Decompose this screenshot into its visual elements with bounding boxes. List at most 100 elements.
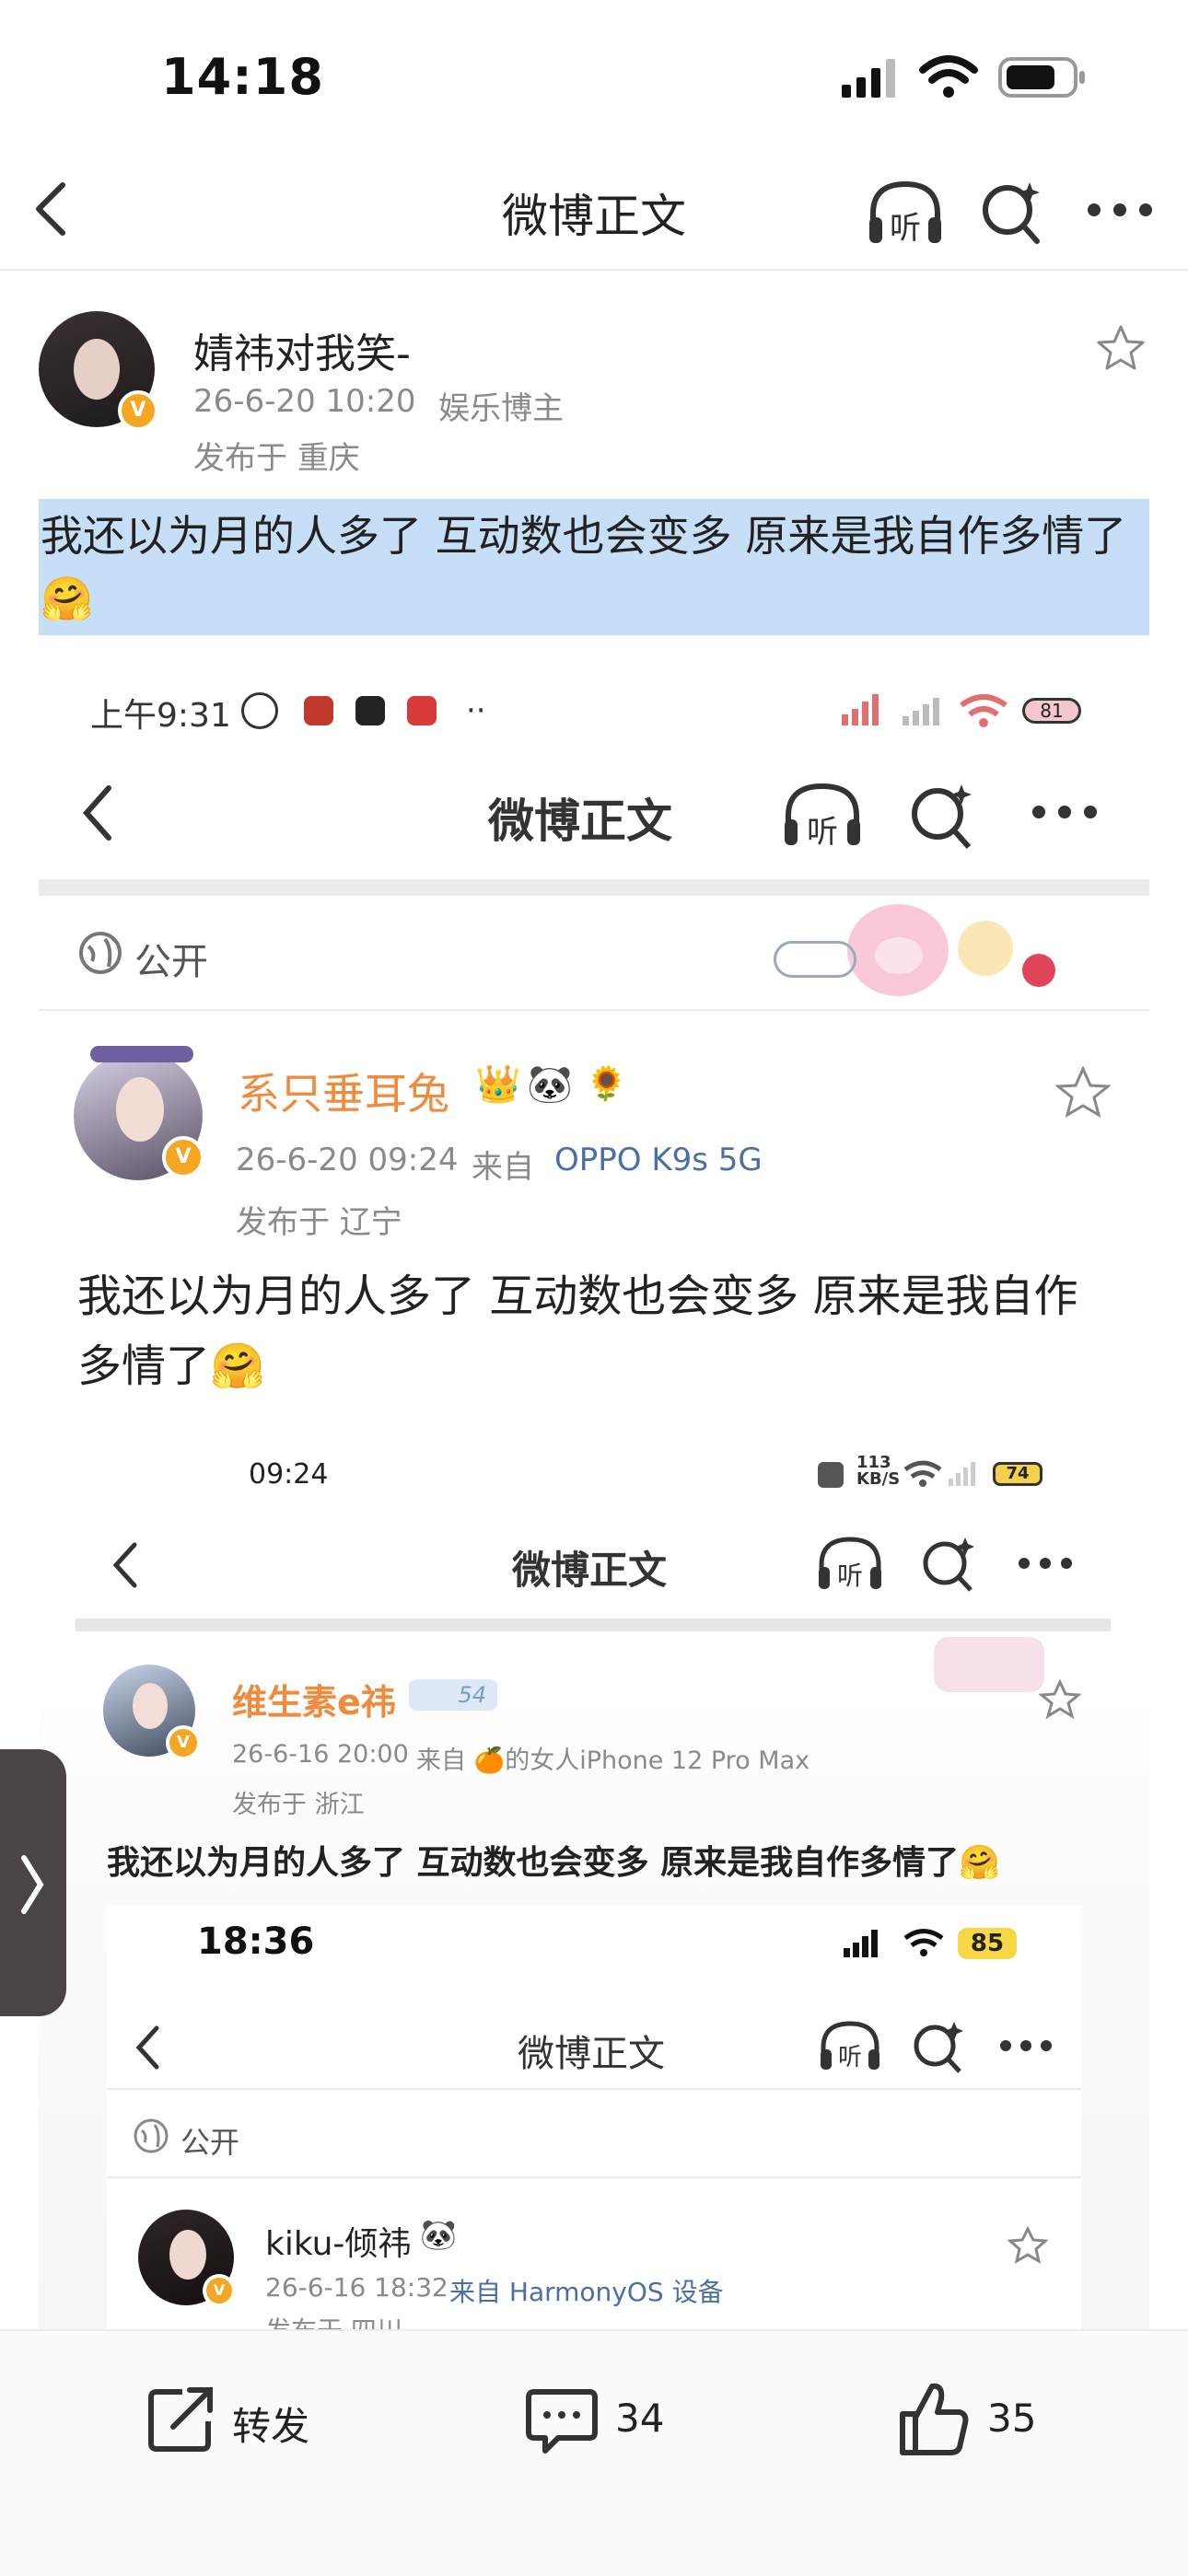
battery-icon	[998, 57, 1085, 98]
shot3-author-name: kiku-倾祎	[265, 2225, 412, 2263]
shot2-post-text: 我还以为月的人多了 互动数也会变多 原来是我自作多情了🤗	[107, 1844, 1000, 1882]
search-sparkle-icon[interactable]	[980, 177, 1044, 247]
back-icon	[135, 2025, 159, 2070]
cellular-signal-icon	[842, 59, 895, 98]
network-speed-unit: KB/S	[856, 1469, 901, 1489]
verified-badge-icon: V	[118, 390, 158, 431]
globe-icon	[134, 2118, 169, 2153]
author-tag: 娱乐博主	[438, 390, 564, 427]
globe-icon	[79, 932, 122, 974]
shot3-location: 发布于 四川	[265, 2311, 402, 2329]
shot1-author-name: 系只垂耳兔	[238, 1069, 449, 1119]
comment-count: 34	[615, 2396, 665, 2441]
embedded-screenshot	[107, 1906, 1081, 2329]
search-sparkle-icon	[914, 2022, 963, 2073]
listen-label: 听	[837, 2044, 862, 2071]
cellular-signal-icon	[844, 1930, 878, 1957]
shot2-source: 来自 🍊的女人iPhone 12 Pro Max	[416, 1746, 810, 1775]
thumbs-up-icon	[900, 2383, 969, 2455]
more-icon	[1019, 1558, 1072, 1569]
post-date: 26-6-20 10:20	[193, 383, 416, 420]
favorite-star-icon	[1055, 1066, 1111, 1119]
shot3-date: 26-6-16 18:32	[265, 2272, 448, 2303]
more-icon	[1032, 806, 1097, 818]
more-notifications-icon: ··	[466, 692, 486, 729]
post-location: 发布于 重庆	[193, 440, 360, 477]
shot1-source: OPPO K9s 5G	[554, 1142, 763, 1178]
visibility-label: 公开	[181, 2125, 240, 2160]
shot1-location: 发布于 辽宁	[236, 1204, 402, 1241]
listen-button: 听	[816, 1534, 884, 1595]
battery-indicator: 81	[1022, 698, 1081, 724]
share-icon	[148, 2387, 213, 2452]
author-name[interactable]: 婧祎对我笑-	[193, 320, 411, 379]
more-icon	[1000, 2040, 1052, 2051]
visibility-label: 公开	[134, 941, 208, 983]
section-divider	[39, 879, 1149, 896]
wifi-icon	[903, 1929, 944, 1956]
like-count: 35	[987, 2396, 1037, 2441]
back-icon	[112, 1542, 137, 1588]
sunflower-emoji-icon: 🌻	[586, 1065, 627, 1103]
listen-button: 听	[818, 2018, 882, 2075]
shot1-title: 微博正文	[488, 795, 672, 848]
shot2-time: 09:24	[249, 1458, 329, 1491]
more-icon[interactable]	[1085, 201, 1155, 219]
app-notification-icon	[355, 696, 385, 725]
verified-badge-icon: V	[166, 1725, 201, 1760]
verified-badge-icon: V	[162, 1136, 204, 1178]
shot1-date: 26-6-20 09:24	[236, 1142, 459, 1178]
alarm-icon	[241, 692, 278, 729]
shot1-post-text: 我还以为月的人多了 互动数也会变多 原来是我自作多情了🤗	[77, 1271, 1078, 1392]
post-text[interactable]: 我还以为月的人多了 互动数也会变多 原来是我自作多情了🤗	[41, 505, 1146, 630]
search-sparkle-icon	[923, 1537, 974, 1592]
shot2-author-name: 维生素e祎	[232, 1682, 396, 1723]
battery-indicator: 74	[993, 1462, 1042, 1486]
app-notification-icon	[407, 696, 437, 725]
listen-label: 听	[890, 210, 921, 247]
shot2-location: 发布于 浙江	[232, 1791, 365, 1819]
side-drawer-handle[interactable]	[0, 1749, 66, 2016]
shot3-title: 微博正文	[518, 2033, 665, 2075]
section-divider	[39, 1009, 1149, 1011]
avatar-frame-decoration	[90, 1046, 193, 1062]
shot1-source-prefix: 来自	[472, 1149, 534, 1186]
nav-divider	[0, 269, 1188, 271]
listen-label: 听	[836, 1561, 863, 1591]
level-badge: 54	[409, 1679, 497, 1711]
app-notification-icon	[304, 696, 333, 725]
like-button[interactable]: 35	[893, 2373, 1077, 2466]
comment-icon	[526, 2389, 598, 2454]
search-sparkle-icon	[912, 784, 972, 849]
repost-label: 转发	[232, 2404, 310, 2449]
panda-emoji-icon: 🐼	[527, 1063, 573, 1106]
cellular-signal-icon	[949, 1462, 975, 1486]
listen-button[interactable]: 听	[866, 177, 945, 250]
network-speed: 113 KB/S	[856, 1455, 900, 1488]
decorative-sticker	[934, 1637, 1044, 1692]
favorite-star-icon	[1007, 2226, 1048, 2265]
shot2-date: 26-6-16 20:00	[232, 1740, 409, 1769]
listen-button: 听	[781, 779, 864, 853]
status-time: 14:18	[161, 48, 324, 106]
favorite-star-icon	[1039, 1679, 1081, 1720]
decorative-sticker	[774, 904, 1068, 1005]
wifi-icon	[903, 1460, 942, 1487]
chevron-right-icon	[21, 1855, 44, 1914]
shot1-time: 上午9:31	[90, 697, 231, 735]
wifi-icon	[919, 55, 978, 98]
mute-icon	[818, 1462, 844, 1488]
shot3-time: 18:36	[197, 1920, 315, 1963]
back-icon	[82, 785, 111, 841]
verified-badge-icon: V	[203, 2274, 236, 2307]
panda-emoji-icon: 🐼	[420, 2217, 457, 2252]
favorite-star-icon[interactable]	[1096, 324, 1146, 372]
wifi-icon	[960, 694, 1007, 727]
section-divider	[76, 1619, 1111, 1631]
section-divider	[107, 2088, 1081, 2090]
repost-button[interactable]: 转发	[138, 2373, 368, 2466]
listen-label: 听	[807, 814, 838, 851]
comment-button[interactable]: 34	[521, 2373, 705, 2466]
cellular-signal-icon	[903, 698, 939, 725]
section-divider	[107, 2176, 1081, 2178]
